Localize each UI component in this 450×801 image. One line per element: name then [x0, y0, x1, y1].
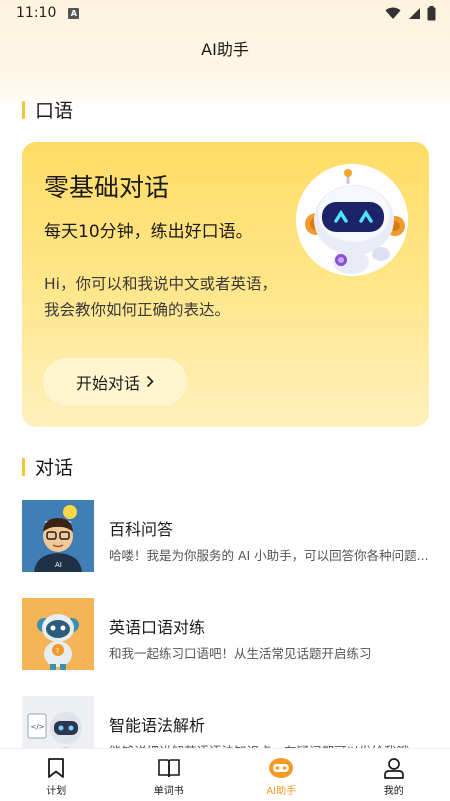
- svg-text:</>: </>: [31, 723, 45, 731]
- chat-item-description: 和我一起练习口语吧！从生活常见话题开启练习: [109, 646, 372, 661]
- nav-tab-ai-assistant[interactable]: AI助手: [225, 749, 338, 801]
- status-time: 11:10: [16, 5, 57, 21]
- page-title: AI助手: [201, 40, 249, 59]
- nav-tab-mine[interactable]: 我的: [338, 749, 450, 801]
- battery-icon: [427, 5, 436, 20]
- section-speaking-heading: 口语: [22, 96, 73, 123]
- zero-basics-dialogue-card[interactable]: 零基础对话 每天10分钟，练出好口语。 Hi，你可以和我说中文或者英语，我会教你…: [22, 142, 429, 427]
- section-accent-bar: [22, 457, 25, 476]
- user-icon: [383, 758, 404, 779]
- svg-text:AI: AI: [55, 561, 62, 569]
- chat-item-english-speaking-practice[interactable]: ? 英语口语对练 和我一起练习口语吧！从生活常见话题开启练习: [22, 598, 432, 672]
- chat-item-title: 英语口语对练: [109, 618, 206, 637]
- chat-item-title: 百科问答: [109, 520, 174, 539]
- nav-label: AI助手: [266, 786, 297, 797]
- signal-icon: [409, 7, 420, 19]
- chat-item-description: 哈喽！我是为你服务的 AI 小助手，可以回答你各种问题...: [109, 548, 429, 563]
- encyclopedia-avatar-image: AI: [22, 500, 94, 572]
- status-icons: [385, 5, 436, 21]
- bookmark-icon: [48, 758, 65, 778]
- start-dialogue-button[interactable]: 开始对话: [43, 358, 187, 405]
- speaking-practice-avatar-image: ?: [22, 598, 94, 670]
- chevron-right-icon: [146, 375, 154, 388]
- svg-text:?: ?: [56, 647, 60, 655]
- promo-description: Hi，你可以和我说中文或者英语，我会教你如何正确的表达。: [44, 275, 277, 319]
- promo-title: 零基础对话: [44, 173, 170, 202]
- nav-tab-plan[interactable]: 计划: [0, 749, 113, 801]
- robot-mascot-image: [296, 164, 408, 276]
- notification-icon: A: [68, 7, 80, 19]
- section-accent-bar: [22, 100, 25, 119]
- section-chat-title: 对话: [35, 457, 74, 479]
- chat-item-encyclopedia-qa[interactable]: AI 百科问答 哈喽！我是为你服务的 AI 小助手，可以回答你各种问题...: [22, 500, 432, 574]
- wifi-icon: [385, 7, 401, 19]
- nav-label: 单词书: [153, 786, 184, 797]
- section-chat-heading: 对话: [22, 453, 73, 480]
- nav-tab-word-book[interactable]: 单词书: [113, 749, 226, 801]
- promo-subtitle: 每天10分钟，练出好口语。: [44, 222, 253, 242]
- bottom-navigation: 计划 单词书 AI助手 我的: [0, 748, 450, 801]
- status-bar: 11:10 A: [0, 0, 450, 26]
- nav-label: 计划: [46, 786, 67, 797]
- robot-icon: [269, 758, 294, 778]
- book-icon: [157, 759, 180, 778]
- nav-label: 我的: [383, 786, 404, 797]
- start-dialogue-label: 开始对话: [75, 373, 140, 393]
- chat-item-title: 智能语法解析: [109, 716, 206, 735]
- section-speaking-title: 口语: [35, 100, 74, 122]
